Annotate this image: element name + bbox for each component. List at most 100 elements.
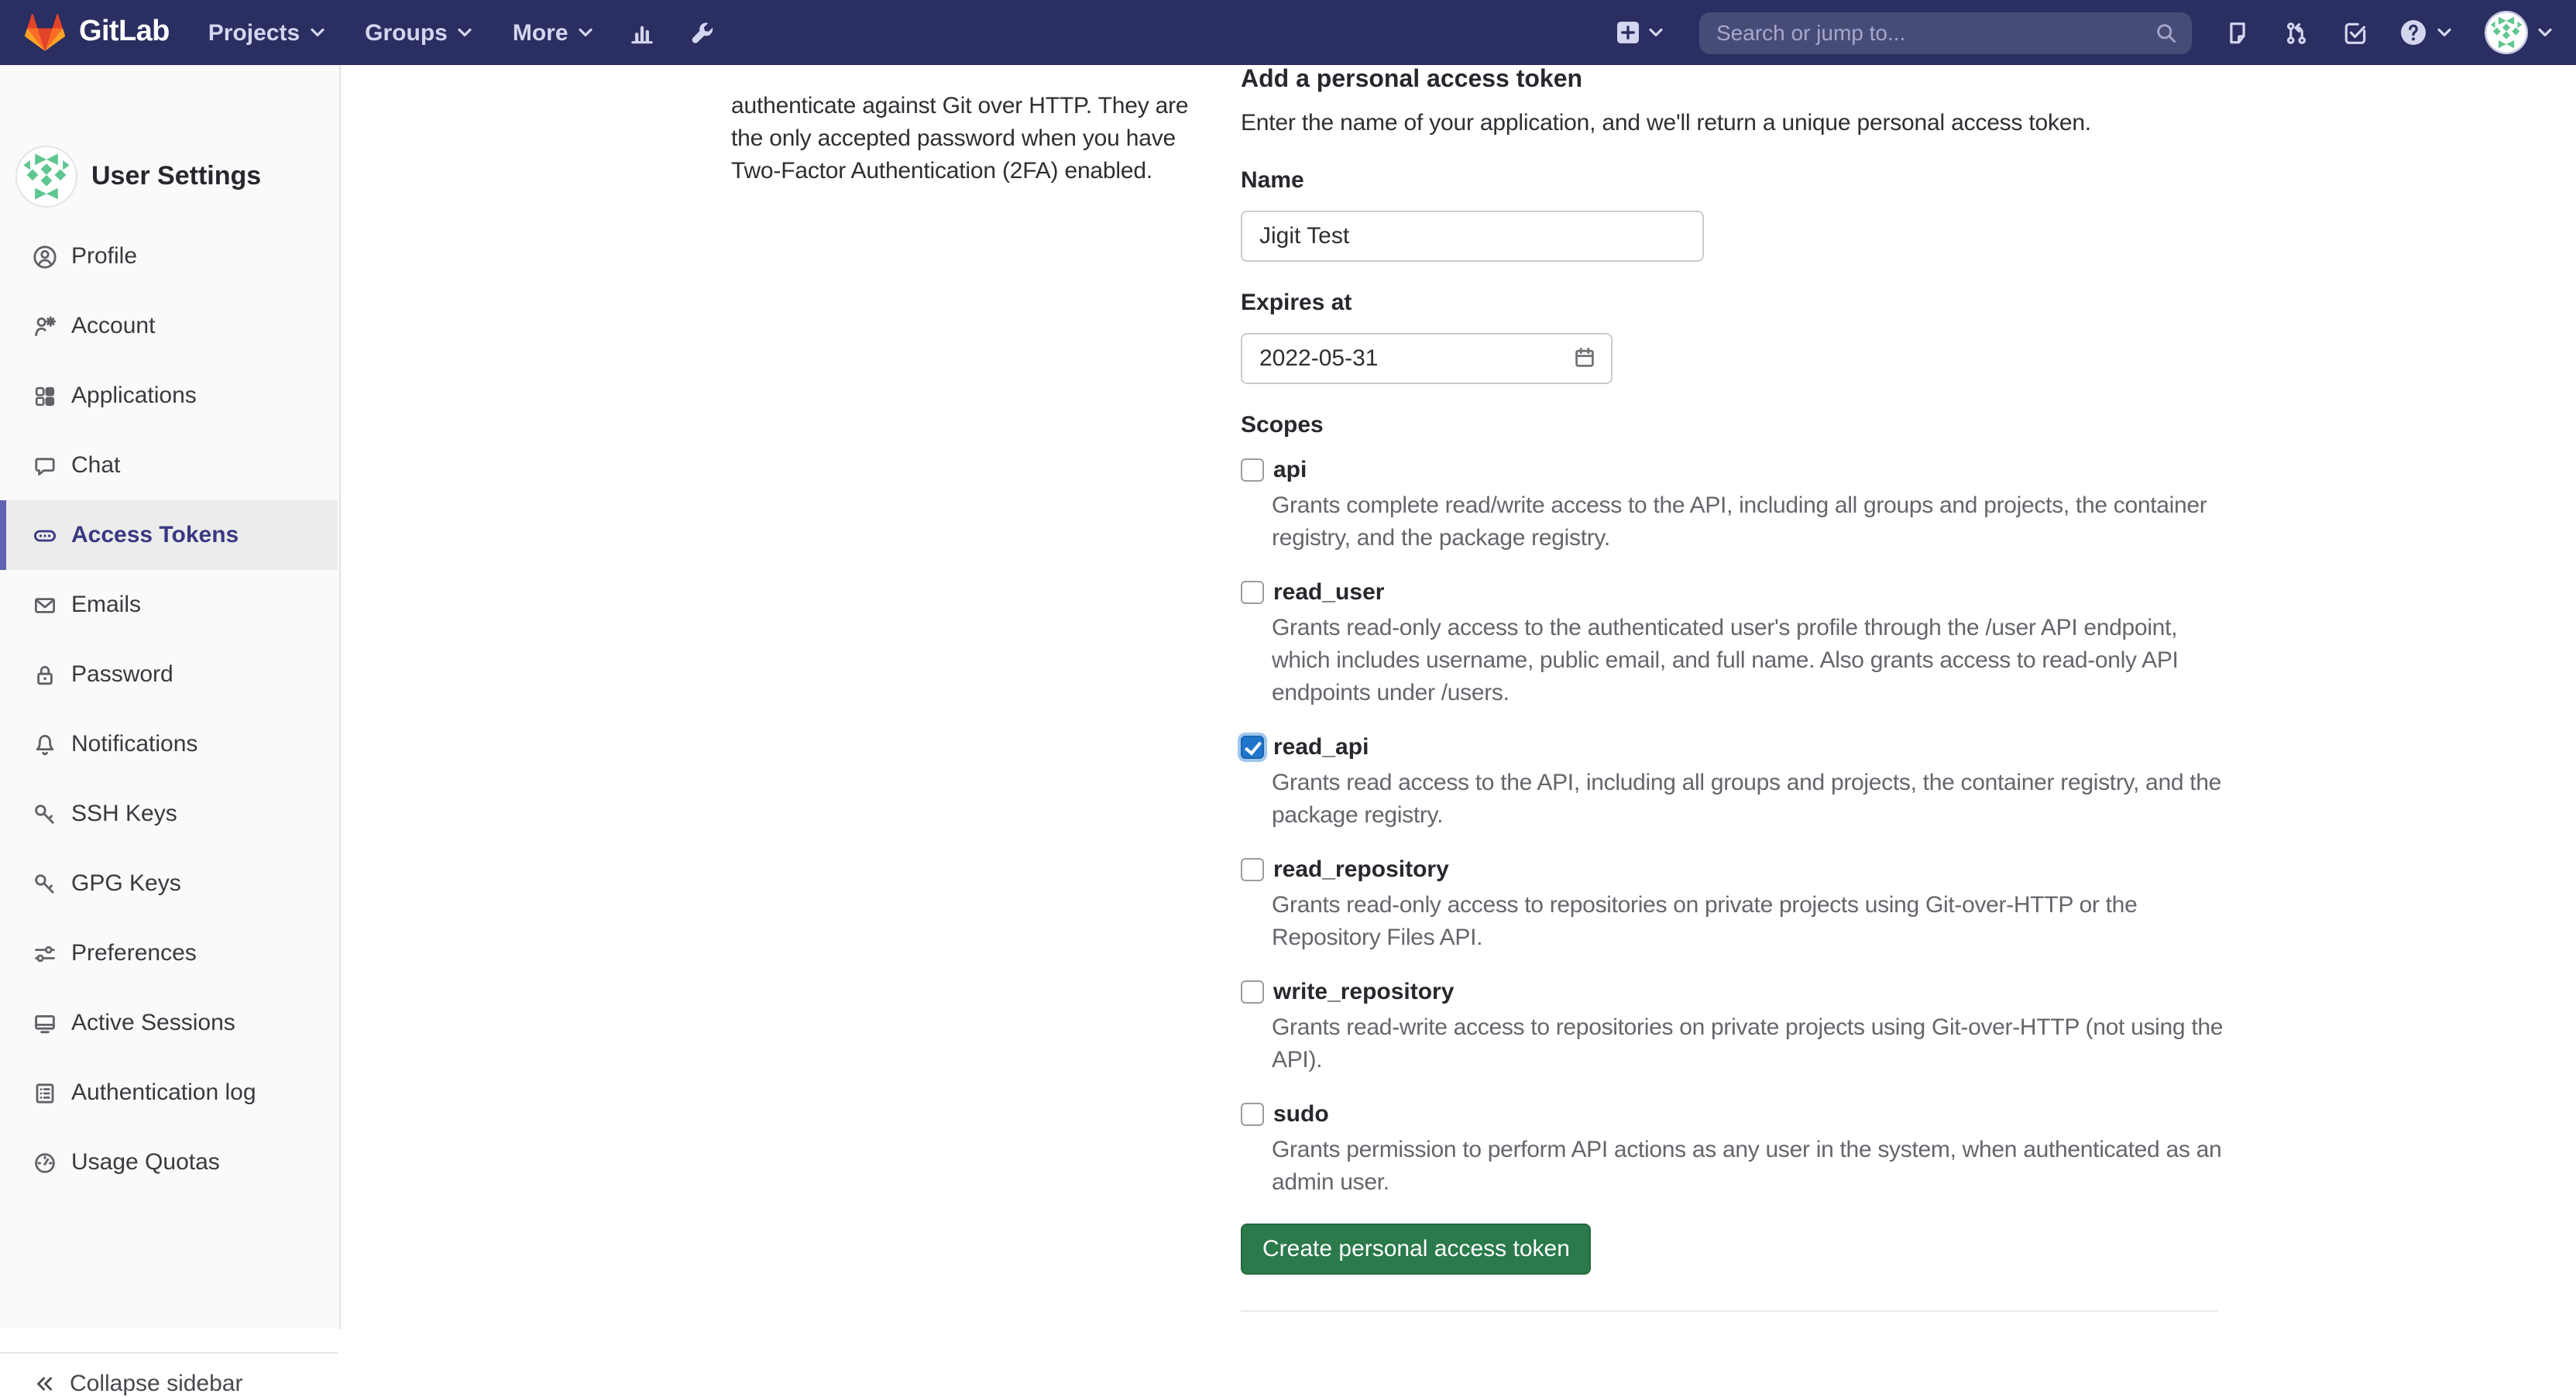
sidebar-item-authentication-log[interactable]: Authentication log	[0, 1058, 338, 1128]
scope-name: read_user	[1273, 579, 1384, 606]
collapse-sidebar-button[interactable]: Collapse sidebar	[0, 1352, 338, 1397]
help-question-icon	[2399, 19, 2427, 46]
scope-name: read_repository	[1273, 856, 1449, 883]
chevron-down-icon	[576, 23, 595, 42]
global-search	[1699, 12, 2192, 53]
scope-name: write_repository	[1273, 979, 1454, 1005]
scope-description: Grants complete read/write access to the…	[1272, 489, 2232, 554]
sidebar-item-usage-quotas[interactable]: Usage Quotas	[0, 1128, 338, 1197]
expires-at-input[interactable]	[1241, 333, 1613, 384]
sidebar-item-applications[interactable]: Applications	[0, 361, 338, 431]
merge-requests-icon[interactable]	[2283, 19, 2310, 46]
navbar-right	[1616, 11, 2554, 54]
scope-checkbox-read-user[interactable]	[1241, 581, 1264, 604]
sidebar-title: User Settings	[91, 161, 261, 192]
sidebar-item-notifications[interactable]: Notifications	[0, 709, 338, 779]
scope-description: Grants read access to the API, including…	[1272, 767, 2232, 832]
new-item-menu[interactable]	[1616, 20, 1665, 45]
user-settings-avatar	[15, 146, 77, 208]
envelope-icon	[33, 592, 57, 617]
monitor-icon	[33, 1011, 57, 1035]
scope-description: Grants permission to perform API actions…	[1272, 1134, 2232, 1199]
create-token-button[interactable]: Create personal access token	[1241, 1224, 1592, 1275]
form-subtitle: Enter the name of your application, and …	[1241, 110, 2232, 136]
scope-name: api	[1273, 457, 1307, 483]
scope-checkbox-read-repository[interactable]	[1241, 858, 1264, 881]
sidebar-item-active-sessions[interactable]: Active Sessions	[0, 988, 338, 1058]
sidebar-item-profile[interactable]: Profile	[0, 221, 338, 291]
sidebar-item-emails[interactable]: Emails	[0, 570, 338, 640]
key-icon	[33, 871, 57, 896]
nav-menu-projects[interactable]: Projects	[208, 19, 326, 46]
sidebar-item-gpg-keys[interactable]: GPG Keys	[0, 849, 338, 918]
sidebar-item-ssh-keys[interactable]: SSH Keys	[0, 779, 338, 849]
double-chevron-left-icon	[33, 1372, 56, 1395]
search-input[interactable]	[1699, 12, 2192, 53]
expires-at-label: Expires at	[1241, 290, 1352, 316]
gitlab-wordmark[interactable]: GitLab	[79, 15, 170, 50]
sliders-icon	[33, 941, 57, 966]
user-menu[interactable]	[2485, 11, 2554, 54]
settings-sidebar: User Settings Profile Account Applicatio…	[0, 65, 341, 1329]
todos-icon[interactable]	[2342, 19, 2368, 46]
search-icon	[2155, 21, 2178, 44]
scope-description: Grants read-only access to repositories …	[1272, 889, 2232, 954]
scope-row-write-repository: write_repository Grants read-write acces…	[1241, 979, 2220, 1076]
scope-checkbox-sudo[interactable]	[1241, 1103, 1264, 1126]
chevron-down-icon	[2536, 23, 2554, 42]
chat-bubble-icon	[33, 453, 57, 478]
applications-grid-icon	[33, 383, 57, 408]
profile-icon	[33, 244, 57, 269]
expires-at-field	[1241, 333, 1613, 384]
scope-checkbox-api[interactable]	[1241, 458, 1264, 482]
chevron-down-icon	[307, 23, 326, 42]
help-menu[interactable]	[2399, 19, 2454, 46]
main-content: authenticate against Git over HTTP. They…	[0, 0, 2576, 1329]
scope-checkbox-write-repository[interactable]	[1241, 980, 1264, 1004]
scope-description: Grants read-write access to repositories…	[1272, 1011, 2232, 1076]
sidebar-header: User Settings	[15, 146, 261, 208]
top-navbar: GitLab Projects Groups More	[0, 0, 2576, 65]
sidebar-item-account[interactable]: Account	[0, 291, 338, 361]
chevron-down-icon	[1647, 23, 1665, 42]
lock-icon	[33, 662, 57, 687]
navbar-left: GitLab Projects Groups More	[25, 14, 716, 51]
gitlab-tanuki-logo-icon[interactable]	[25, 14, 65, 51]
admin-wrench-icon[interactable]	[689, 19, 716, 46]
plus-square-icon	[1616, 20, 1640, 45]
section-divider	[1241, 1310, 2218, 1312]
nav-menu-groups[interactable]: Groups	[365, 19, 474, 46]
nav-menu-more[interactable]: More	[513, 19, 595, 46]
gitlab-user-settings-page: GitLab Projects Groups More	[0, 0, 2576, 1329]
sidebar-item-password[interactable]: Password	[0, 640, 338, 709]
scope-row-read-user: read_user Grants read-only access to the…	[1241, 579, 2220, 709]
sidebar-nav: Profile Account Applications Chat Access…	[0, 221, 338, 1197]
sidebar-item-access-tokens[interactable]: Access Tokens	[0, 500, 338, 570]
scope-description: Grants read-only access to the authentic…	[1272, 612, 2232, 709]
scope-row-read-repository: read_repository Grants read-only access …	[1241, 856, 2220, 954]
key-icon	[33, 801, 57, 826]
log-list-icon	[33, 1080, 57, 1105]
access-token-icon	[33, 523, 57, 547]
scope-row-sudo: sudo Grants permission to perform API ac…	[1241, 1101, 2220, 1199]
section-description-note: authenticate against Git over HTTP. They…	[731, 90, 1196, 187]
name-label: Name	[1241, 167, 1304, 194]
account-icon	[33, 314, 57, 338]
chevron-down-icon	[455, 23, 474, 42]
sidebar-item-chat[interactable]: Chat	[0, 431, 338, 500]
token-name-input[interactable]	[1241, 211, 1704, 262]
charts-icon[interactable]	[629, 19, 655, 46]
scope-name: read_api	[1273, 734, 1369, 760]
scope-row-api: api Grants complete read/write access to…	[1241, 457, 2220, 554]
user-avatar	[2485, 11, 2528, 54]
sidebar-item-preferences[interactable]: Preferences	[0, 918, 338, 988]
bell-icon	[33, 732, 57, 757]
scope-name: sudo	[1273, 1101, 1329, 1128]
form-title: Add a personal access token	[1241, 67, 1582, 94]
chevron-down-icon	[2435, 23, 2454, 42]
gauge-icon	[33, 1150, 57, 1175]
issues-icon[interactable]	[2224, 19, 2251, 46]
scope-row-read-api: read_api Grants read access to the API, …	[1241, 734, 2220, 832]
scopes-label: Scopes	[1241, 412, 1324, 438]
scope-checkbox-read-api[interactable]	[1241, 736, 1264, 759]
